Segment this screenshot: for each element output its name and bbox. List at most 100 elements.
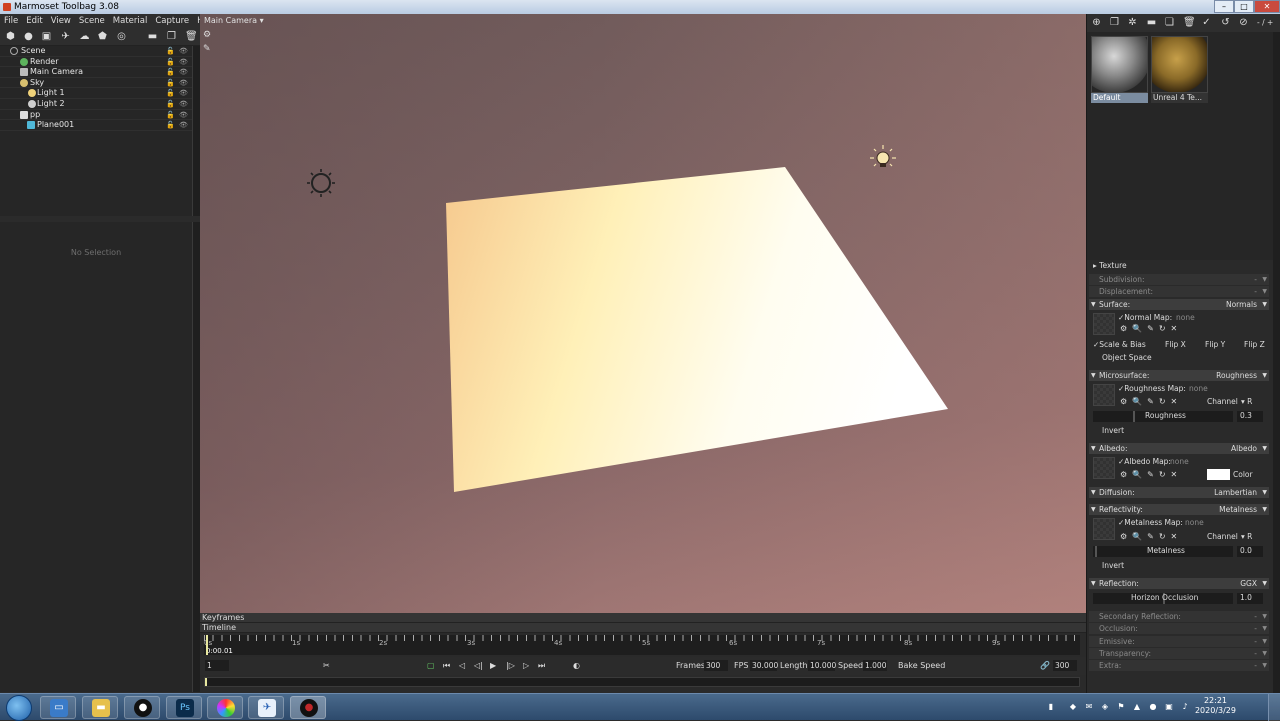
microsurface-row[interactable]: ▼ Microsurface: Roughness ▼	[1089, 370, 1269, 381]
eye-icon[interactable]: 👁	[179, 47, 188, 55]
prev-key-icon[interactable]: ◁	[459, 661, 465, 671]
next-key-icon[interactable]: ▷	[523, 661, 529, 671]
material-scrollbar[interactable]	[1273, 32, 1280, 268]
material-folder-icon[interactable]: ▬	[1146, 17, 1157, 28]
fps-field[interactable]: 30.000	[750, 660, 778, 671]
tree-item-main-camera[interactable]: Main Camera 🔓 👁	[0, 67, 192, 78]
length-field[interactable]: 10.000	[808, 660, 836, 671]
normal-map-label[interactable]: ✓Normal Map:	[1118, 313, 1172, 323]
tray-icon[interactable]: ◈	[1100, 702, 1110, 712]
albedo-color-swatch[interactable]	[1207, 469, 1230, 480]
albedo-map-label[interactable]: ✓Albedo Map:	[1118, 457, 1171, 467]
skip-end-icon[interactable]: ⏭	[538, 661, 545, 671]
normal-map-slot[interactable]	[1093, 313, 1115, 335]
duplicate-icon[interactable]: ❐	[166, 31, 177, 42]
tray-icon[interactable]: ⚑	[1116, 702, 1126, 712]
taskbar-explorer[interactable]: ▭	[40, 696, 76, 719]
add-sky-icon[interactable]: ⬟	[97, 31, 108, 42]
texture-section[interactable]: ▸ Texture	[1093, 261, 1127, 271]
record-icon[interactable]: ▢	[427, 661, 435, 671]
tree-item-plane001[interactable]: Plane001 🔓 👁	[0, 120, 192, 131]
taskbar-bird-app[interactable]: ✈	[248, 696, 284, 719]
channel-dropdown[interactable]: ▾ R	[1241, 397, 1252, 407]
lock-icon[interactable]: 🔓	[166, 79, 175, 87]
taskbar-qq[interactable]: ●	[124, 696, 160, 719]
step-back-icon[interactable]: ◁|	[474, 661, 483, 671]
step-forward-icon[interactable]: |▷	[506, 661, 515, 671]
tray-icon[interactable]: ▲	[1132, 702, 1142, 712]
lock-icon[interactable]: 🔓	[166, 111, 175, 119]
inspector-scrollbar[interactable]	[1273, 260, 1280, 693]
link-icon[interactable]: 🔗	[1040, 661, 1050, 671]
add-material-icon[interactable]: ⊕	[1091, 17, 1102, 28]
displacement-row[interactable]: Displacement: - ▼	[1089, 286, 1269, 297]
minimize-button[interactable]: –	[1214, 0, 1234, 13]
lock-icon[interactable]: 🔓	[166, 89, 175, 97]
play-icon[interactable]: ▶	[490, 661, 496, 671]
frames-field[interactable]: 300	[704, 660, 728, 671]
invert-roughness-checkbox[interactable]: Invert	[1102, 426, 1124, 436]
bake-speed-button[interactable]: Bake Speed	[898, 661, 945, 671]
material-link-icon[interactable]: ⊘	[1238, 17, 1249, 28]
scene-tree-scrollbar[interactable]	[192, 46, 200, 216]
eye-icon[interactable]: 👁	[179, 121, 188, 129]
material-settings-icon[interactable]: ✲	[1127, 17, 1138, 28]
page-indicator[interactable]: - / +	[1257, 18, 1273, 28]
volume-icon[interactable]: ♪	[1180, 702, 1190, 712]
tree-item-render[interactable]: Render 🔓 👁	[0, 57, 192, 68]
add-postprocess-icon[interactable]: ◎	[116, 31, 127, 42]
scissors-icon[interactable]: ✂	[323, 661, 330, 671]
menu-edit[interactable]: Edit	[22, 14, 46, 28]
reflectivity-row[interactable]: ▼ Reflectivity: Metalness ▼	[1089, 504, 1269, 515]
eye-icon[interactable]: 👁	[179, 79, 188, 87]
viewport[interactable]	[200, 14, 1086, 613]
frame-field[interactable]: 1	[205, 660, 229, 671]
point-light-gizmo-icon[interactable]	[870, 145, 896, 167]
menu-capture[interactable]: Capture	[151, 14, 193, 28]
add-mesh-icon[interactable]: ⬢	[5, 31, 16, 42]
material-delete-icon[interactable]: 🗑	[1183, 17, 1196, 28]
albedo-row[interactable]: ▼ Albedo: Albedo ▼	[1089, 443, 1269, 454]
maximize-button[interactable]: □	[1234, 0, 1254, 13]
add-shadow-catcher-icon[interactable]: ☁	[79, 31, 90, 42]
taskbar-photoshop[interactable]: Ps	[166, 696, 202, 719]
tree-item-sky[interactable]: Sky 🔓 👁	[0, 78, 192, 89]
skip-start-icon[interactable]: ⏮	[443, 661, 450, 671]
subdivision-row[interactable]: Subdivision: - ▼	[1089, 274, 1269, 285]
roughness-map-label[interactable]: ✓Roughness Map:	[1118, 384, 1186, 394]
eye-icon[interactable]: 👁	[179, 68, 188, 76]
lock-icon[interactable]: 🔓	[166, 121, 175, 129]
properties-scrollbar[interactable]	[192, 222, 200, 692]
albedo-map-tools[interactable]: ⚙🔍✎↻✕	[1120, 470, 1182, 479]
add-light-icon[interactable]: ●	[23, 31, 34, 42]
clock[interactable]: 22:21 2020/3/29	[1195, 696, 1236, 716]
material-thumb-default[interactable]	[1091, 36, 1148, 93]
surface-row[interactable]: ▼ Surface: Normals ▼	[1089, 299, 1269, 310]
lock-icon[interactable]: 🔓	[166, 47, 175, 55]
tray-icon[interactable]: ◆	[1068, 702, 1078, 712]
link-field[interactable]: 300	[1053, 660, 1077, 671]
scale-bias-checkbox[interactable]: ✓Scale & Bias	[1093, 340, 1146, 350]
timeline-ruler[interactable]: 0s 1s 2s 3s 4s 5s 6s 7s 8s 9s 0:00.01	[204, 635, 1080, 655]
tree-item-light-2[interactable]: Light 2 🔓 👁	[0, 99, 192, 110]
show-desktop-button[interactable]	[1268, 694, 1280, 721]
taskbar-color-app[interactable]	[207, 696, 243, 719]
roughness-map-slot[interactable]	[1093, 384, 1115, 406]
new-folder-icon[interactable]: ▬	[147, 31, 158, 42]
keyframes-header[interactable]: Keyframes	[200, 613, 1086, 623]
sun-light-gizmo-icon[interactable]	[307, 169, 335, 197]
lock-icon[interactable]: 🔓	[166, 68, 175, 76]
metalness-map-slot[interactable]	[1093, 518, 1115, 540]
lock-icon[interactable]: 🔓	[166, 100, 175, 108]
speed-field[interactable]: 1.000	[863, 660, 887, 671]
timeline-track[interactable]	[204, 677, 1080, 687]
roughness-map-tools[interactable]: ⚙🔍✎↻✕	[1120, 397, 1182, 406]
normal-map-tools[interactable]: ⚙🔍✎↻✕	[1120, 324, 1182, 333]
material-thumb-unreal[interactable]	[1151, 36, 1208, 93]
menu-view[interactable]: View	[47, 14, 75, 28]
menu-material[interactable]: Material	[109, 14, 152, 28]
material-copy-icon[interactable]: ❏	[1164, 17, 1175, 28]
duplicate-material-icon[interactable]: ❐	[1109, 17, 1120, 28]
add-turntable-icon[interactable]: ✈	[60, 31, 71, 42]
eye-icon[interactable]: 👁	[179, 58, 188, 66]
